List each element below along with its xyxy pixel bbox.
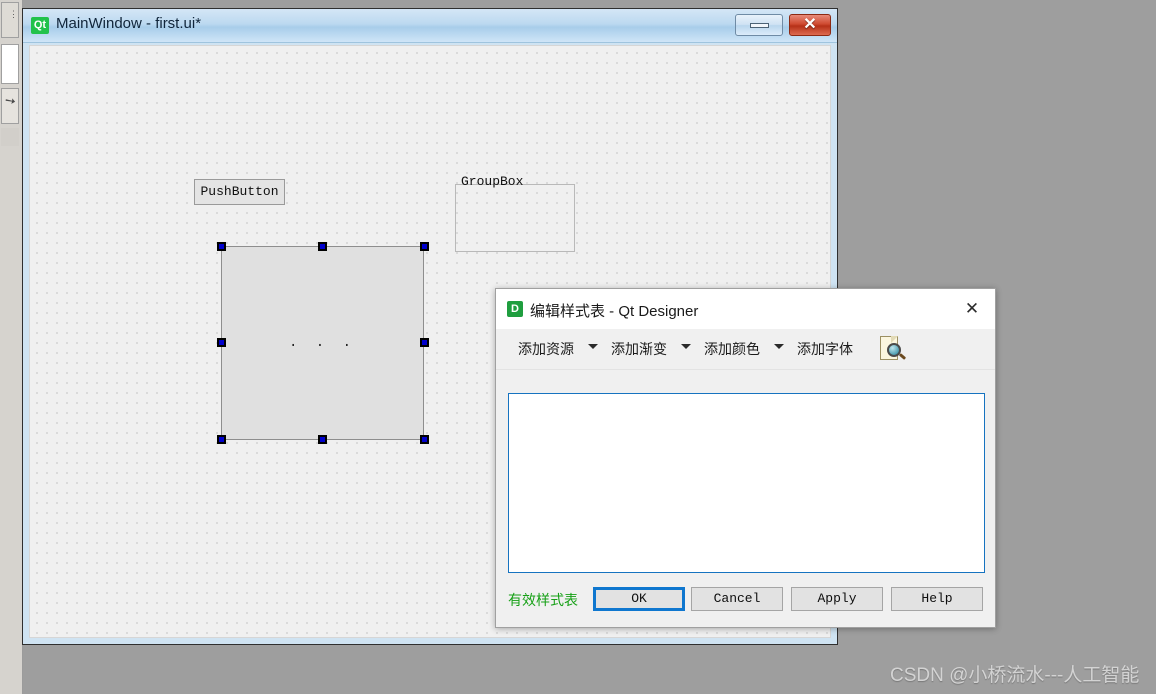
qt-logo-icon: Qt (31, 17, 49, 34)
add-color-button[interactable]: 添加颜色 (704, 339, 760, 359)
selection-handle-middle-right[interactable] (420, 338, 429, 347)
add-resource-button[interactable]: 添加资源 (518, 339, 574, 359)
add-color-chevron-down-icon[interactable] (774, 344, 785, 355)
main-window-titlebar[interactable]: Qt MainWindow - first.ui* ✕ (23, 9, 837, 43)
minimize-button[interactable] (735, 14, 783, 36)
close-icon: ✕ (964, 299, 980, 318)
palette-grey-cell[interactable] (1, 128, 19, 146)
main-window-title: MainWindow - first.ui* (56, 15, 202, 32)
selection-handle-middle-left[interactable] (217, 338, 226, 347)
dialog-title: 编辑样式表 - Qt Designer (530, 303, 699, 320)
designer-logo-icon: D (507, 301, 523, 317)
help-button[interactable]: Help (891, 587, 983, 611)
selection-handle-top-right[interactable] (420, 242, 429, 251)
palette-grip-cell[interactable]: ⋮ (1, 2, 19, 38)
palette-white-cell[interactable] (1, 44, 19, 84)
add-font-button[interactable]: 添加字体 (797, 339, 853, 359)
dialog-titlebar[interactable]: D 编辑样式表 - Qt Designer ✕ (496, 289, 995, 330)
left-palette-strip: ⋮ ➘ (0, 0, 23, 694)
selection-handle-top-left[interactable] (217, 242, 226, 251)
add-gradient-button[interactable]: 添加渐变 (611, 339, 667, 359)
ok-button[interactable]: OK (593, 587, 685, 611)
document-magnifier-icon[interactable] (878, 335, 908, 365)
add-resource-chevron-down-icon[interactable] (588, 344, 599, 355)
minimize-icon (750, 23, 769, 28)
group-box-title: GroupBox (461, 174, 524, 189)
edit-stylesheet-dialog: D 编辑样式表 - Qt Designer ✕ 添加资源 添加渐变 添加颜色 添… (495, 288, 996, 628)
widget-selected-frame[interactable]: . . . (221, 246, 424, 440)
cancel-button[interactable]: Cancel (691, 587, 783, 611)
apply-button[interactable]: Apply (791, 587, 883, 611)
selection-handle-bottom-center[interactable] (318, 435, 327, 444)
selected-widget-label: . . . (288, 335, 356, 351)
selection-handle-top-center[interactable] (318, 242, 327, 251)
stylesheet-valid-status: 有效样式表 (508, 592, 578, 608)
csdn-watermark: CSDN @小桥流水---人工智能 (890, 665, 1140, 686)
selection-handle-bottom-right[interactable] (420, 435, 429, 444)
close-icon: ✕ (803, 16, 817, 33)
arrow-cursor-icon: ➘ (1, 91, 19, 110)
widget-group-box[interactable] (455, 184, 575, 252)
dialog-close-button[interactable]: ✕ (949, 289, 995, 329)
widget-push-button[interactable]: PushButton (194, 179, 285, 205)
add-gradient-chevron-down-icon[interactable] (681, 344, 692, 355)
stylesheet-editor[interactable] (508, 393, 985, 573)
close-button[interactable]: ✕ (789, 14, 831, 36)
palette-arrow-cell[interactable]: ➘ (1, 88, 19, 124)
selection-handle-bottom-left[interactable] (217, 435, 226, 444)
dialog-toolbar: 添加资源 添加渐变 添加颜色 添加字体 (496, 329, 995, 370)
grip-dots-icon: ⋮ (9, 9, 18, 19)
